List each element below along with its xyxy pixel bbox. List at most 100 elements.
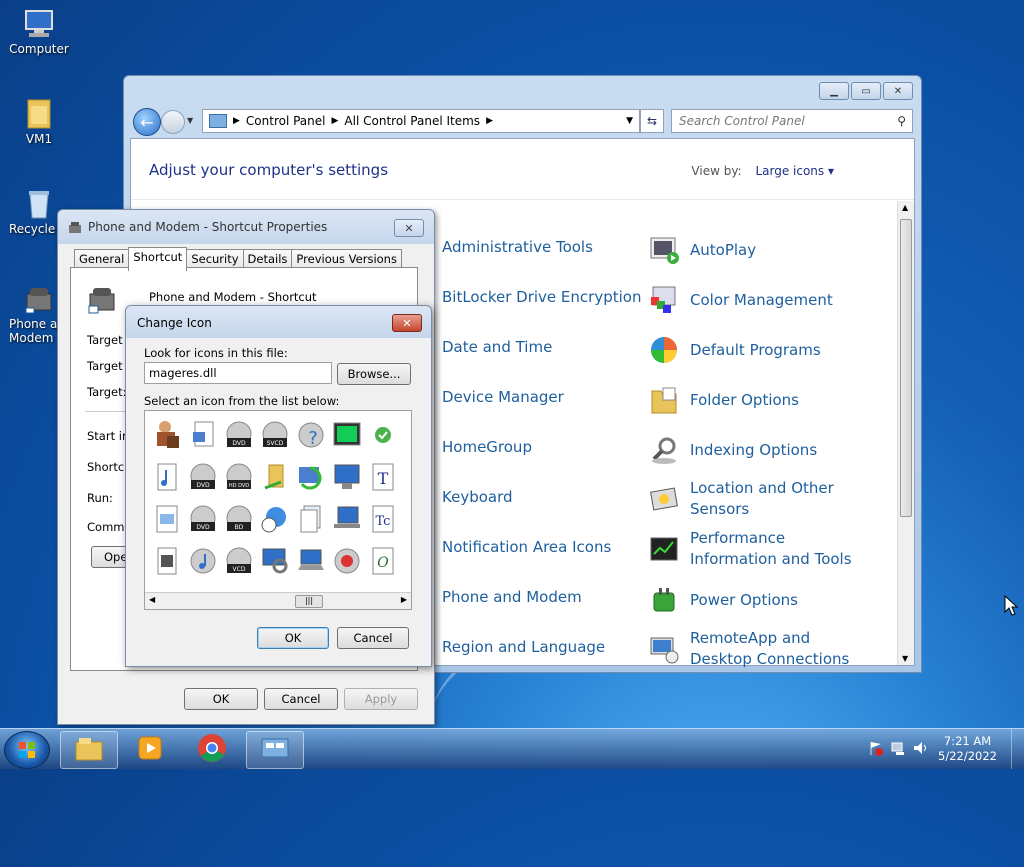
ok-button[interactable]: OK — [257, 627, 329, 649]
action-center-flag-icon[interactable] — [868, 740, 884, 759]
user-briefcase-icon[interactable] — [149, 415, 185, 455]
minimize-button[interactable]: ▁ — [819, 82, 849, 100]
tab-shortcut[interactable]: Shortcut — [128, 247, 188, 271]
view-by-dropdown[interactable]: Large icons ▾ — [755, 164, 834, 178]
rtf-document-icon[interactable]: O — [365, 541, 401, 581]
browse-button[interactable]: Browse... — [337, 363, 411, 385]
address-bar[interactable]: ▶ Control Panel ▶ All Control Panel Item… — [202, 109, 640, 133]
desktop-icon-vm1[interactable]: VM1 — [3, 98, 75, 146]
cancel-button[interactable]: Cancel — [264, 688, 338, 710]
bd-disc-icon[interactable]: BD — [221, 499, 257, 539]
music-note-icon[interactable] — [149, 457, 185, 497]
recent-pages-icon[interactable]: ▼ — [187, 116, 193, 125]
partial-icon[interactable] — [401, 541, 411, 581]
cp-item-autoplay[interactable]: AutoPlay — [648, 234, 756, 266]
icon-list[interactable]: DVD SVCD ? DVD HD DVD T DVD BD Tc VCD O … — [144, 410, 412, 610]
pages-icon[interactable] — [293, 499, 329, 539]
close-button[interactable]: ✕ — [392, 314, 422, 332]
address-dropdown-icon[interactable]: ▼ — [626, 116, 633, 126]
cp-item-power-options[interactable]: Power Options — [648, 584, 798, 616]
cp-item-date-time[interactable]: Date and Time — [442, 338, 552, 356]
close-button[interactable]: ✕ — [394, 219, 424, 237]
maximize-button[interactable]: ▭ — [851, 82, 881, 100]
cp-item-location-sensors[interactable]: Location and Other Sensors — [648, 478, 860, 520]
taskbar-explorer[interactable] — [60, 731, 118, 769]
search-input[interactable]: Search Control Panel ⚲ — [671, 109, 913, 133]
cp-item-homegroup[interactable]: HomeGroup — [442, 438, 532, 456]
cp-item-folder-options[interactable]: Folder Options — [648, 384, 799, 416]
sync-icon[interactable] — [293, 457, 329, 497]
scroll-up-icon[interactable]: ▲ — [902, 203, 908, 212]
laptop-icon[interactable] — [293, 541, 329, 581]
scrollbar-thumb[interactable]: ||| — [295, 595, 323, 608]
hd-dvd-icon[interactable]: HD DVD — [221, 457, 257, 497]
dvd-audio-icon[interactable]: DVD — [185, 457, 221, 497]
document-audio-icon[interactable] — [185, 415, 221, 455]
vertical-scrollbar[interactable]: ▲ ▼ — [897, 201, 914, 665]
cp-item-color-management[interactable]: Color Management — [648, 284, 833, 316]
network-monitor-icon[interactable] — [329, 457, 365, 497]
font-icon[interactable]: T — [365, 457, 401, 497]
folder-icon[interactable] — [257, 457, 293, 497]
breadcrumb-control-panel[interactable]: Control Panel — [246, 114, 326, 128]
cp-item-performance-info[interactable]: Performance Information and Tools — [648, 528, 875, 570]
search-computer-icon[interactable] — [257, 541, 293, 581]
volume-icon[interactable] — [912, 740, 928, 759]
partial-icon[interactable] — [401, 499, 411, 539]
cp-item-device-manager[interactable]: Device Manager — [442, 388, 564, 406]
ok-button[interactable]: OK — [184, 688, 258, 710]
scrollbar-thumb[interactable] — [900, 219, 912, 517]
forward-button[interactable] — [161, 110, 185, 134]
apply-button[interactable]: Apply — [344, 688, 418, 710]
taskbar-control-panel[interactable] — [246, 731, 304, 769]
clock[interactable]: 7:21 AM 5/22/2022 — [938, 734, 997, 764]
network-computer-icon[interactable] — [329, 499, 365, 539]
scroll-left-icon[interactable]: ◀ — [149, 595, 155, 604]
cp-item-indexing-options[interactable]: Indexing Options — [648, 434, 817, 466]
svcd-disc-icon[interactable]: SVCD — [257, 415, 293, 455]
audio-disc-icon[interactable] — [185, 541, 221, 581]
dvd-video-icon[interactable]: DVD — [185, 499, 221, 539]
search-icon[interactable]: ⚲ — [897, 114, 906, 128]
default-programs-icon — [648, 334, 680, 366]
start-button[interactable] — [4, 731, 50, 769]
help-disc-icon[interactable]: ? — [293, 415, 329, 455]
record-disc-icon[interactable] — [329, 541, 365, 581]
cp-item-region-language[interactable]: Region and Language — [442, 638, 605, 656]
dialog-title: Change Icon — [137, 316, 212, 330]
desktop-icon-computer[interactable]: Computer — [3, 8, 75, 56]
horizontal-scrollbar[interactable]: ◀ ||| ▶ — [145, 592, 411, 609]
cp-item-phone-modem[interactable]: Phone and Modem — [442, 588, 582, 606]
scroll-down-icon[interactable]: ▼ — [902, 654, 908, 663]
cp-item-keyboard[interactable]: Keyboard — [442, 488, 513, 506]
cp-item-bitlocker[interactable]: BitLocker Drive Encryption — [442, 288, 641, 306]
refresh-button[interactable]: ⇆ — [640, 109, 664, 133]
cp-item-notification-area[interactable]: Notification Area Icons — [442, 538, 611, 556]
network-icon[interactable] — [890, 740, 906, 759]
close-button[interactable]: ✕ — [883, 82, 913, 100]
dvd-disc-icon[interactable]: DVD — [221, 415, 257, 455]
folder-icon — [74, 736, 104, 765]
breadcrumb-all-items[interactable]: All Control Panel Items — [344, 114, 480, 128]
cp-item-remoteapp[interactable]: RemoteApp and Desktop Connections — [648, 628, 875, 670]
monitor-graph-icon[interactable] — [329, 415, 365, 455]
search-placeholder: Search Control Panel — [679, 114, 805, 128]
vcd-disc-icon[interactable]: VCD — [221, 541, 257, 581]
taskbar-media-player[interactable] — [122, 731, 178, 767]
cp-item-default-programs[interactable]: Default Programs — [648, 334, 821, 366]
globe-clock-icon[interactable] — [257, 499, 293, 539]
taskbar-chrome[interactable] — [184, 731, 240, 767]
partial-icon[interactable] — [401, 415, 411, 455]
scroll-right-icon[interactable]: ▶ — [401, 595, 407, 604]
partial-folder-icon[interactable] — [401, 457, 411, 497]
show-desktop-button[interactable] — [1011, 729, 1024, 769]
back-button[interactable]: ← — [133, 108, 161, 136]
text-document-icon[interactable]: Tc — [365, 499, 401, 539]
svg-text:DVD: DVD — [232, 440, 246, 447]
image-document-icon[interactable] — [149, 499, 185, 539]
cancel-button[interactable]: Cancel — [337, 627, 409, 649]
checkmark-icon[interactable] — [365, 415, 401, 455]
film-document-icon[interactable] — [149, 541, 185, 581]
cp-item-administrative-tools[interactable]: Administrative Tools — [442, 238, 593, 256]
icon-file-input[interactable]: mageres.dll — [144, 362, 332, 384]
